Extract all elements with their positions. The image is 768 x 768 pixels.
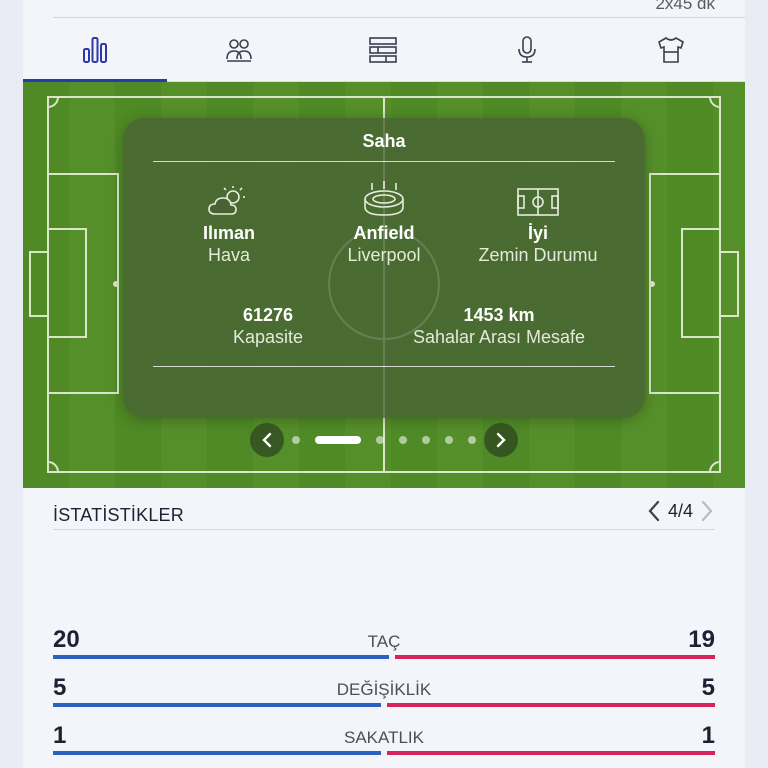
venue-info-card: Saha Ilıman Hava Anfield Liverpool İyi Z… [123, 118, 645, 418]
tab-commentary[interactable] [455, 18, 599, 82]
chevron-right-icon[interactable] [699, 500, 715, 522]
distance-info: 1453 km Sahalar Arası Mesafe [399, 304, 599, 348]
match-duration-strip: 2x45 dk [23, 0, 745, 18]
stat-home-bar [53, 751, 381, 755]
carousel-dot[interactable] [292, 436, 300, 444]
stats-page-indicator: 4/4 [667, 500, 693, 521]
chevron-left-icon [262, 432, 272, 448]
stat-row: 5 DEĞİŞİKLİK 5 [53, 674, 715, 714]
jersey-icon [658, 37, 684, 63]
players-icon [226, 39, 252, 62]
bar-chart-icon [83, 37, 107, 63]
pitch-icon [517, 188, 559, 216]
tab-lineups[interactable] [167, 18, 311, 82]
partly-cloudy-icon [208, 186, 245, 215]
tab-kits[interactable] [599, 18, 743, 82]
capacity-info: 61276 Kapasite [168, 304, 368, 348]
stat-home-bar [53, 703, 381, 707]
carousel-dot-active[interactable] [315, 436, 361, 444]
chevron-left-icon[interactable] [646, 500, 662, 522]
stats-header: İSTATİSTİKLER 4/4 [53, 490, 715, 530]
stat-away-value: 19 [688, 626, 715, 653]
carousel-prev-button[interactable] [250, 423, 284, 457]
stat-away-bar [387, 751, 715, 755]
pitch-condition-label: Zemin Durumu [478, 245, 598, 265]
stat-row: 20 TAÇ 19 [53, 626, 715, 666]
chevron-right-icon [496, 432, 506, 448]
divider [153, 161, 615, 162]
stat-home-bar [53, 655, 389, 659]
stats-title: İSTATİSTİKLER [53, 505, 184, 525]
capacity-label: Kapasite [232, 327, 304, 347]
distance-value: 1453 km [463, 305, 535, 325]
carousel-dot[interactable] [376, 436, 384, 444]
stat-away-value: 1 [701, 722, 715, 749]
tab-standings[interactable] [311, 18, 455, 82]
tab-bar [23, 18, 745, 83]
venue-title: Saha [362, 131, 406, 151]
stat-away-bar [387, 703, 715, 707]
table-icon [369, 37, 397, 63]
pitch-condition-value: İyi [527, 223, 548, 243]
capacity-value: 61276 [242, 305, 294, 325]
stat-name: TAÇ [367, 632, 401, 651]
stat-name: DEĞİŞİKLİK [336, 680, 432, 699]
stats-pager: 4/4 [646, 500, 715, 522]
match-duration: 2x45 dk [655, 0, 715, 13]
carousel-dot[interactable] [468, 436, 476, 444]
carousel-dot[interactable] [399, 436, 407, 444]
tab-stats[interactable] [23, 18, 167, 83]
divider [153, 366, 615, 367]
pitch-panel: Saha Ilıman Hava Anfield Liverpool İyi Z… [23, 82, 745, 488]
match-detail-card: 2x45 dk Saha Ilıman Hava Anfield Liverpo… [23, 0, 745, 768]
stadium-icon [364, 181, 404, 216]
pitch-condition-info: İyi Zemin Durumu [438, 186, 638, 266]
stat-name: SAKATLIK [344, 728, 424, 747]
carousel-dot[interactable] [422, 436, 430, 444]
carousel-dot[interactable] [445, 436, 453, 444]
distance-label: Sahalar Arası Mesafe [412, 327, 586, 347]
stat-away-value: 5 [701, 674, 715, 701]
stat-row: 1 SAKATLIK 1 [53, 722, 715, 762]
stat-away-bar [395, 655, 715, 659]
carousel-next-button[interactable] [484, 423, 518, 457]
microphone-icon [518, 36, 536, 63]
